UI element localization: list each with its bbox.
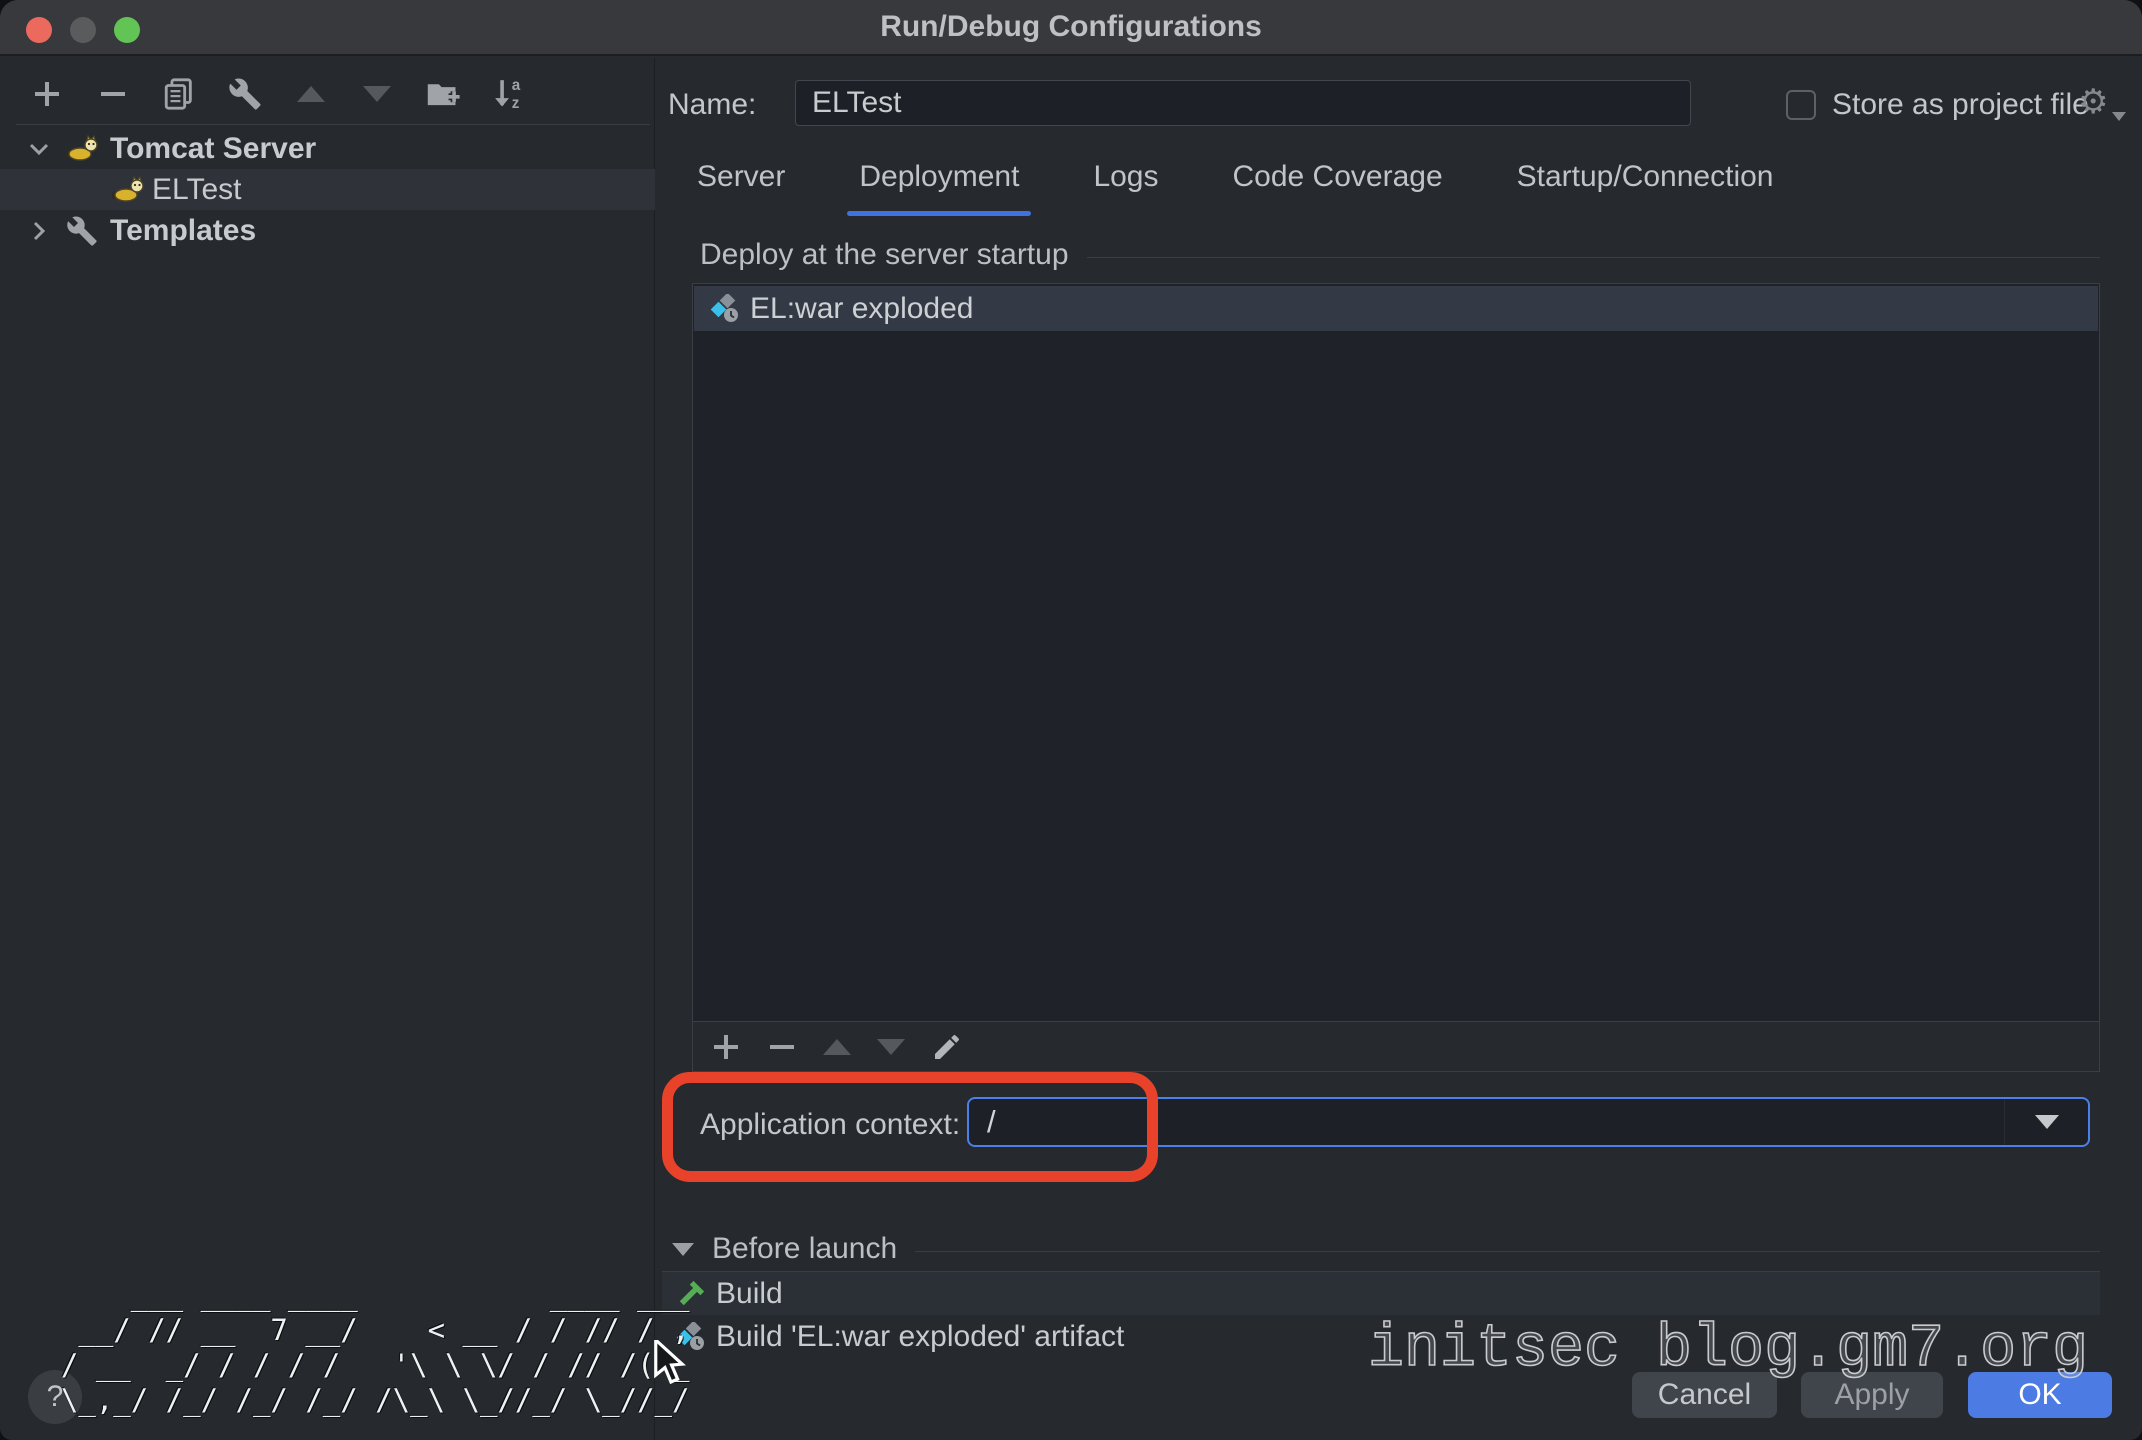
tomcat-icon	[64, 134, 100, 164]
combobox-dropdown-button[interactable]	[2004, 1099, 2088, 1145]
configuration-tabs: Server Deployment Logs Code Coverage Sta…	[685, 152, 1785, 216]
store-as-project-file-checkbox[interactable]	[1786, 90, 1816, 120]
application-context-combobox[interactable]: /	[967, 1097, 2090, 1147]
new-folder-icon[interactable]	[422, 73, 464, 115]
svg-text:z: z	[512, 95, 520, 112]
deploy-artifacts-list[interactable]: EL:war exploded	[692, 283, 2100, 1022]
title-bar: Run/Debug Configurations	[0, 0, 2142, 56]
before-launch-label: Build 'EL:war exploded' artifact	[716, 1320, 1124, 1354]
section-divider	[915, 1251, 2100, 1252]
close-window-button[interactable]	[26, 17, 52, 43]
deploy-section-title: Deploy at the server startup	[700, 238, 1069, 272]
deploy-artifact-label: EL:war exploded	[750, 292, 973, 326]
add-icon[interactable]	[711, 1032, 741, 1062]
sidebar-item-tomcat-server[interactable]: Tomcat Server	[0, 128, 655, 169]
deploy-section-header: Deploy at the server startup	[700, 238, 2100, 272]
move-down-icon[interactable]	[356, 73, 398, 115]
tab-code-coverage[interactable]: Code Coverage	[1221, 152, 1455, 216]
tab-startup-connection[interactable]: Startup/Connection	[1505, 152, 1786, 216]
application-context-value: /	[969, 1104, 2004, 1140]
chevron-down-icon	[2035, 1115, 2059, 1129]
svg-text:a: a	[512, 77, 521, 94]
chevron-down-icon[interactable]	[24, 142, 54, 156]
sidebar-toolbar: az	[26, 72, 530, 116]
configurations-sidebar: az Tomcat Server ELTest	[0, 58, 655, 1440]
move-up-icon[interactable]	[290, 73, 332, 115]
move-down-icon[interactable]	[877, 1039, 905, 1055]
edit-icon[interactable]	[931, 1031, 963, 1063]
dialog-title: Run/Debug Configurations	[880, 10, 1262, 44]
copy-icon[interactable]	[158, 73, 200, 115]
tree-item-label: ELTest	[152, 173, 242, 207]
before-launch-title: Before launch	[712, 1232, 897, 1266]
tab-deployment[interactable]: Deployment	[847, 152, 1031, 216]
application-context-label: Application context:	[700, 1108, 960, 1142]
before-launch-label: Build	[716, 1277, 783, 1311]
name-label: Name:	[668, 88, 756, 122]
sidebar-item-templates[interactable]: Templates	[0, 210, 655, 251]
minimize-window-button[interactable]	[70, 17, 96, 43]
before-launch-row-build-artifact[interactable]: Build 'EL:war exploded' artifact	[662, 1315, 2100, 1358]
remove-icon[interactable]	[92, 73, 134, 115]
deploy-artifact-row[interactable]: EL:war exploded	[694, 286, 2098, 331]
edit-defaults-wrench-icon[interactable]	[224, 73, 266, 115]
zoom-window-button[interactable]	[114, 17, 140, 43]
ok-button[interactable]: OK	[1968, 1372, 2112, 1418]
sidebar-item-eltest[interactable]: ELTest	[0, 169, 655, 210]
before-launch-header: Before launch	[672, 1232, 2100, 1266]
add-icon[interactable]	[26, 73, 68, 115]
run-debug-configurations-dialog: Run/Debug Configurations az	[0, 0, 2142, 1440]
tab-server[interactable]: Server	[685, 152, 797, 216]
gear-dropdown-caret-icon	[2112, 112, 2126, 121]
section-divider	[1087, 257, 2100, 258]
before-launch-row-build[interactable]: Build	[662, 1272, 2100, 1315]
wrench-icon	[66, 215, 98, 247]
tree-item-label: Tomcat Server	[110, 132, 316, 166]
sort-alphabetically-icon[interactable]: az	[488, 73, 530, 115]
help-button[interactable]: ?	[28, 1370, 82, 1424]
remove-icon[interactable]	[767, 1032, 797, 1062]
store-as-project-file-label: Store as project file	[1832, 88, 2089, 122]
build-hammer-icon	[676, 1279, 706, 1309]
sidebar-divider	[16, 124, 650, 125]
chevron-right-icon[interactable]	[24, 220, 54, 242]
apply-button[interactable]: Apply	[1801, 1372, 1943, 1418]
artifact-icon	[676, 1322, 706, 1352]
tomcat-icon	[110, 175, 146, 205]
tab-logs[interactable]: Logs	[1081, 152, 1170, 216]
deploy-list-toolbar	[692, 1022, 2100, 1072]
name-input[interactable]	[795, 80, 1691, 126]
artifact-icon	[710, 294, 740, 324]
expander-triangle-icon[interactable]	[672, 1243, 694, 1256]
gear-icon[interactable]: ⚙	[2078, 82, 2108, 122]
cancel-button[interactable]: Cancel	[1632, 1372, 1777, 1418]
tree-item-label: Templates	[110, 214, 256, 248]
move-up-icon[interactable]	[823, 1039, 851, 1055]
